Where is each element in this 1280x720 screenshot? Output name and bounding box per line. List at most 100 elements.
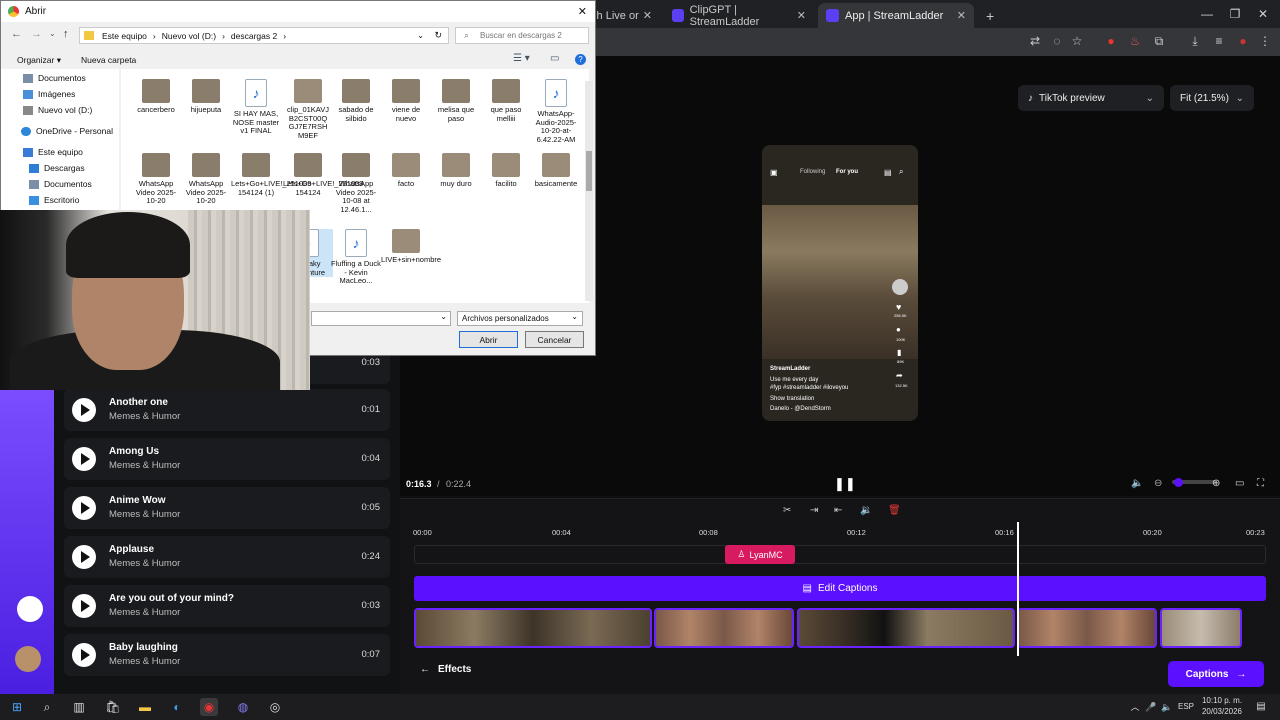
breadcrumb-item[interactable]: Este equipo	[102, 31, 147, 41]
store-icon[interactable]: 🛍	[104, 698, 122, 716]
volume-icon[interactable]: 🔈	[1131, 478, 1143, 489]
file-item[interactable]: facilito	[481, 153, 531, 189]
task-view-icon[interactable]: ▥	[70, 698, 88, 716]
zoom-select[interactable]: Fit (21.5%) ⌄	[1170, 85, 1254, 111]
file-explorer-icon[interactable]: ▬	[136, 698, 154, 716]
nav-downloads[interactable]: Descargas	[29, 163, 85, 173]
play-icon[interactable]	[72, 545, 96, 569]
zoom-in-icon[interactable]: ⊕	[1212, 478, 1220, 489]
breadcrumb-item[interactable]: Nuevo vol (D:)	[162, 31, 216, 41]
view-icon[interactable]: ☰ ▾	[513, 53, 530, 64]
video-clip[interactable]	[797, 608, 1015, 648]
obs-icon[interactable]: ◎	[266, 698, 284, 716]
file-item[interactable]: WhatsApp Video 2025-10-20	[131, 153, 181, 206]
avatar[interactable]: ●	[1236, 34, 1250, 48]
list-item[interactable]: Baby laughing Memes & Humor 0:07	[64, 634, 390, 676]
file-item[interactable]: ♪ Fluffing a Duck - Kevin MacLeo...	[331, 229, 381, 286]
star-icon[interactable]: ☆	[1070, 34, 1084, 48]
preview-mode-select[interactable]: ♪ TikTok preview ⌄	[1018, 85, 1164, 111]
text-clip[interactable]: ♙ LyanMC	[725, 545, 795, 564]
close-icon[interactable]: ✕	[643, 9, 652, 22]
file-name-input[interactable]: ⌄	[311, 311, 451, 326]
file-item[interactable]: sabado de silbido	[331, 79, 381, 123]
file-item[interactable]: que paso melliii	[481, 79, 531, 123]
nav-documents-2[interactable]: Documentos	[29, 179, 92, 189]
new-tab-button[interactable]: +	[978, 3, 998, 28]
list-item[interactable]: Applause Memes & Humor 0:24	[64, 536, 390, 578]
file-item[interactable]: hijueputa	[181, 79, 231, 115]
extension-icon[interactable]: ●	[1104, 34, 1118, 48]
help-icon[interactable]: ?	[575, 54, 586, 65]
file-item[interactable]: facto	[381, 153, 431, 189]
breadcrumb[interactable]: Este equipo › Nuevo vol (D:) › descargas…	[79, 27, 449, 44]
fullscreen-icon[interactable]: ⛶	[1257, 478, 1264, 489]
eye-off-icon[interactable]: ◌	[1050, 34, 1064, 48]
close-icon[interactable]: ✕	[578, 5, 587, 18]
video-clip[interactable]	[1017, 608, 1157, 648]
video-clip[interactable]	[1160, 608, 1242, 648]
video-clip[interactable]	[654, 608, 794, 648]
menu-icon[interactable]: ⋮	[1258, 34, 1272, 48]
windows-start-icon[interactable]: ⊞	[8, 698, 26, 716]
chat-icon[interactable]	[17, 596, 43, 622]
extension-icon[interactable]: ♨	[1128, 34, 1142, 48]
video-clip[interactable]	[414, 608, 652, 648]
captions-button[interactable]: Captions →	[1168, 661, 1264, 687]
play-icon[interactable]	[72, 496, 96, 520]
tab-app-streamladder[interactable]: App | StreamLadder ✕	[818, 3, 974, 28]
maximize-icon[interactable]: ❐	[1228, 7, 1242, 21]
file-item[interactable]: Lets+Go+LIVE!_251009 154124 (1)	[231, 153, 311, 197]
file-item[interactable]: basicamente	[531, 153, 581, 189]
effects-button[interactable]: ← Effects	[420, 664, 471, 675]
chrome-icon[interactable]: ◉	[200, 698, 218, 716]
list-item[interactable]: Another one Memes & Humor 0:01	[64, 389, 390, 431]
organize-button[interactable]: Organizar ▾	[17, 55, 61, 66]
file-item[interactable]: WhatsApp Video 2025-10-08 at 12.46.1...	[331, 153, 381, 214]
zoom-slider-handle[interactable]	[1174, 478, 1183, 487]
minimize-icon[interactable]: —	[1200, 7, 1214, 21]
refresh-icon[interactable]: ↻	[434, 30, 442, 41]
nav-desktop[interactable]: Escritorio	[29, 195, 79, 205]
close-icon[interactable]: ✕	[797, 9, 806, 22]
play-icon[interactable]	[72, 594, 96, 618]
chevron-down-icon[interactable]: ⌄	[417, 31, 424, 40]
edit-captions-bar[interactable]: ▤ Edit Captions	[414, 576, 1266, 601]
scissors-icon[interactable]: ✂	[783, 505, 791, 516]
up-icon[interactable]: ↑	[63, 28, 69, 40]
audio-icon[interactable]: 🔉	[860, 505, 872, 516]
file-item[interactable]: muy duro	[431, 153, 481, 189]
puzzle-icon[interactable]: ⧉	[1152, 34, 1166, 48]
download-icon[interactable]: ⤓	[1188, 34, 1202, 48]
media-icon[interactable]: ≡	[1212, 34, 1226, 48]
split-right-icon[interactable]: ⇥	[810, 505, 818, 516]
preview-pane-icon[interactable]: ▭	[550, 53, 559, 64]
search-icon[interactable]: ⌕	[38, 698, 56, 716]
nav-images[interactable]: Imágenes	[23, 89, 75, 99]
file-item[interactable]: WhatsApp Video 2025-10-20	[181, 153, 231, 206]
file-item[interactable]: ♪ WhatsApp-Audio-2025-10-20-at-6.42.22-AM	[531, 79, 581, 144]
volume-icon[interactable]: 🔈	[1158, 698, 1176, 716]
zoom-out-icon[interactable]: ⊖	[1154, 478, 1162, 489]
close-window-icon[interactable]: ✕	[1256, 7, 1270, 21]
play-icon[interactable]	[72, 643, 96, 667]
split-left-icon[interactable]: ⇤	[834, 505, 842, 516]
app-icon[interactable]: ◍	[234, 698, 252, 716]
nav-documents[interactable]: Documentos	[23, 73, 86, 83]
file-item[interactable]: LIVE+sin+nombre	[381, 229, 441, 265]
captions-toggle-icon[interactable]: ▭	[1235, 478, 1244, 489]
list-item[interactable]: Are you out of your mind? Memes & Humor …	[64, 585, 390, 627]
file-item[interactable]: clip_01KAVJ B2CST00Q GJ7E7RSH M9EF	[283, 79, 333, 140]
clock-time[interactable]: 10:10 p. m.	[1200, 696, 1242, 705]
delete-icon[interactable]: 🗑	[888, 505, 901, 516]
list-item[interactable]: Anime Wow Memes & Humor 0:05	[64, 487, 390, 529]
play-icon[interactable]	[72, 447, 96, 471]
language-indicator[interactable]: ESP	[1178, 702, 1194, 711]
list-item[interactable]: Among Us Memes & Humor 0:04	[64, 438, 390, 480]
open-button[interactable]: Abrir	[459, 331, 518, 348]
close-icon[interactable]: ✕	[957, 9, 966, 22]
file-item[interactable]: cancerbero	[131, 79, 181, 115]
playhead[interactable]	[1017, 522, 1019, 656]
search-input[interactable]: ⌕ Buscar en descargas 2	[455, 27, 589, 44]
file-item[interactable]: melisa que paso	[431, 79, 481, 123]
play-icon[interactable]	[72, 398, 96, 422]
